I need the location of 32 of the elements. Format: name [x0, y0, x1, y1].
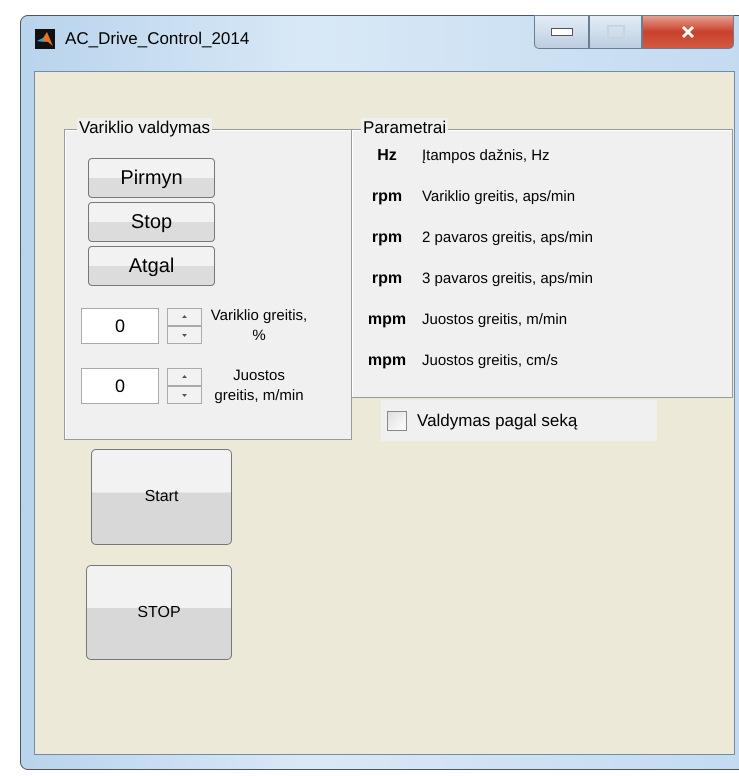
unit-label: mpm [366, 352, 408, 370]
window-title: AC_Drive_Control_2014 [65, 28, 250, 48]
minimize-button[interactable] [534, 15, 589, 49]
motor-button[interactable]: Pirmyn [88, 158, 215, 198]
motor-button[interactable]: Stop [88, 202, 215, 242]
unit-label: rpm [370, 188, 404, 206]
command-button[interactable]: Start [91, 449, 232, 545]
sequence-checkbox-row[interactable]: Valdymas pagal seką [381, 400, 657, 441]
spinner[interactable] [167, 308, 202, 344]
maximize-button[interactable] [589, 15, 642, 49]
parameter-label: Juostos greitis, m/min [422, 311, 568, 328]
motor-button[interactable]: Atgal [88, 246, 215, 286]
parameter-label: Juostos greitis, cm/s [422, 352, 558, 369]
number-field[interactable]: 0 [81, 308, 159, 344]
unit-label: mpm [366, 310, 408, 328]
command-button[interactable]: STOP [86, 565, 232, 660]
field-label: Juostos greitis, m/min [213, 366, 305, 406]
close-button[interactable] [642, 15, 734, 49]
checkbox[interactable] [387, 410, 407, 430]
field-label: Variklio greitis, % [210, 306, 308, 346]
parameter-label: 2 pavaros greitis, aps/min [422, 229, 593, 246]
unit-label: Hz [376, 146, 398, 164]
spinner[interactable] [167, 368, 202, 404]
unit-label: rpm [370, 228, 404, 246]
parameter-label: Variklio greitis, aps/min [422, 188, 576, 205]
parameter-label: Įtampos dažnis, Hz [422, 147, 550, 164]
close-icon [680, 25, 696, 39]
number-field[interactable]: 0 [81, 368, 159, 404]
checkbox-label: Valdymas pagal seką [417, 410, 578, 430]
parameter-label: 3 pavaros greitis, aps/min [422, 270, 593, 287]
unit-label: rpm [370, 270, 404, 288]
panel-title: Variklio valdymas [77, 118, 212, 138]
